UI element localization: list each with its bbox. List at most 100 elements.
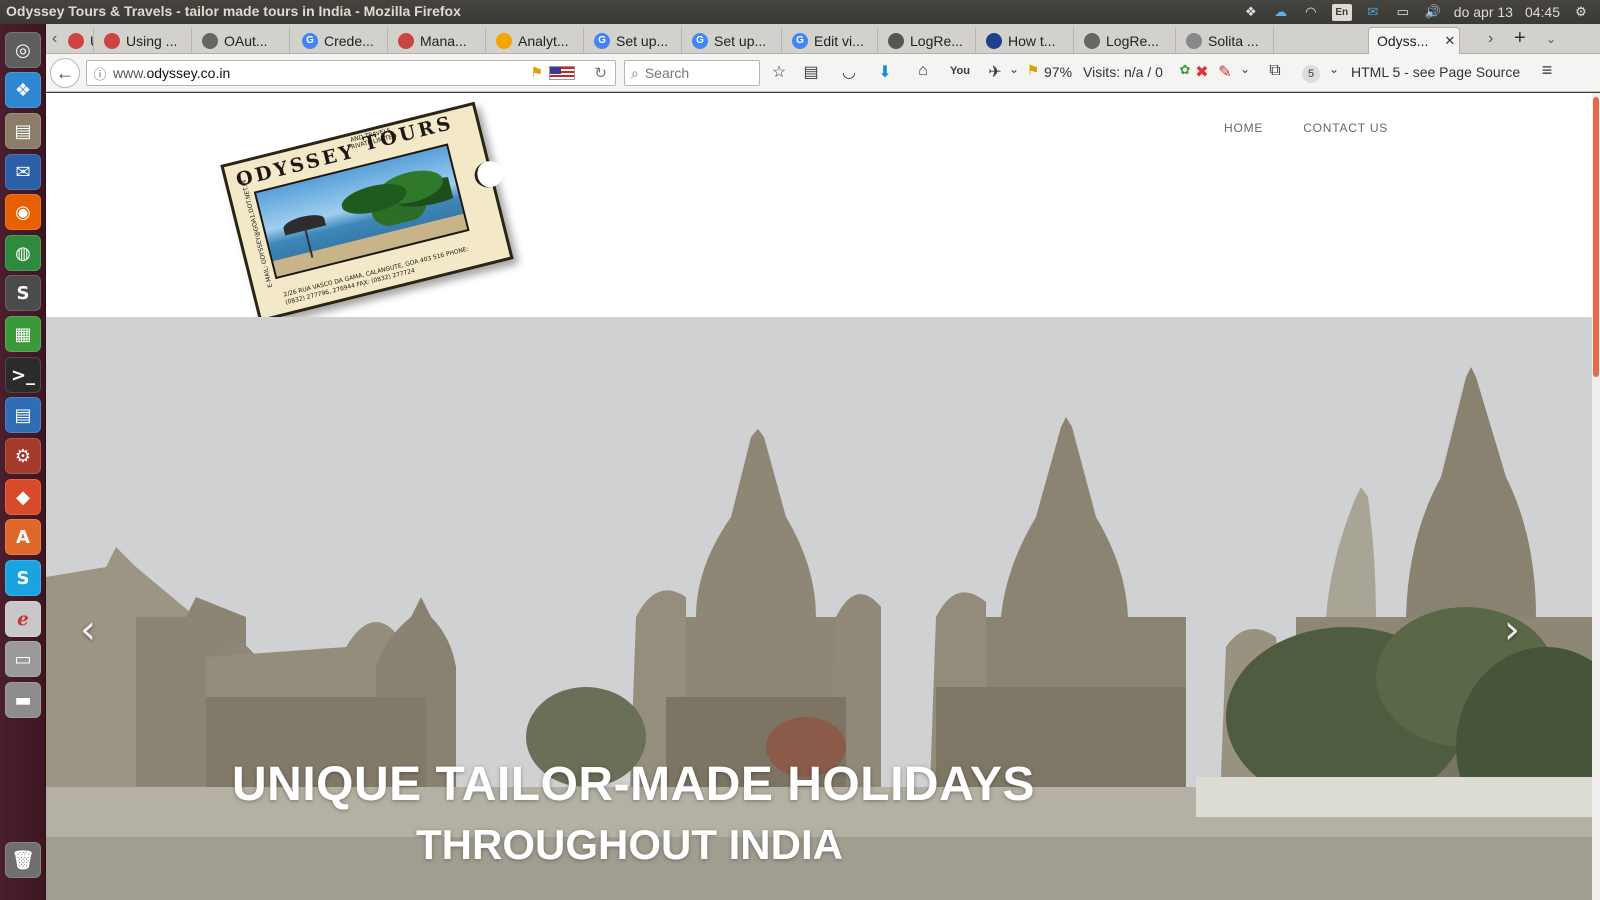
logo-umbrella [281, 211, 327, 236]
back-button[interactable]: ← [50, 58, 80, 88]
hamburger-menu-icon[interactable]: ≡ [1536, 60, 1558, 81]
flag-addon-icon[interactable]: ⚑ [530, 64, 543, 81]
ubuntu-dash-icon[interactable]: ◎ [5, 32, 41, 68]
terminal-icon[interactable]: >_ [5, 357, 41, 393]
carousel-prev-chevron-icon[interactable]: ‹ [80, 607, 96, 653]
tab-label: Mana... [420, 32, 467, 49]
hero-carousel: ‹ › UNIQUE TAILOR-MADE HOLIDAYS THROUGHO… [46, 317, 1592, 900]
dropbox-icon[interactable]: ❖ [5, 72, 41, 108]
pdf-viewer-icon[interactable]: ℯ [5, 601, 41, 637]
tab-10[interactable]: LogRe... [880, 27, 976, 54]
tab-11[interactable]: How t... [978, 27, 1074, 54]
tab-list-chevron-icon[interactable]: ⌄ [1546, 32, 1556, 46]
time-label[interactable]: 04:45 [1525, 4, 1560, 20]
tab-14[interactable]: Odyss... ✕ [1368, 27, 1460, 54]
page-scrollbar[interactable] [1592, 93, 1600, 900]
youtube-icon[interactable]: You [949, 65, 971, 77]
scrollbar-thumb[interactable] [1593, 97, 1599, 377]
git-icon[interactable]: ◆ [5, 479, 41, 515]
addon-window-icon[interactable]: ⧉ [1264, 62, 1286, 80]
navigation-toolbar: ← ⓘ www.odyssey.co.in ⚑ ↻ ⌕ Search ☆ ▤ ◡… [46, 54, 1600, 92]
writer-icon[interactable]: ▤ [5, 397, 41, 433]
home-icon[interactable]: ⌂ [912, 62, 934, 80]
tab-label: Using ... [90, 33, 93, 49]
software-center-icon[interactable]: A [5, 519, 41, 555]
top-panel: Odyssey Tours & Travels - tailor made to… [0, 0, 1600, 24]
wifi-icon[interactable]: ◠ [1302, 4, 1320, 20]
system-tray: ❖ ☁ ◠ En ✉ ▭ 🔊 do apr 13 04:45 ⚙ [1242, 0, 1600, 24]
firefox-icon[interactable]: ◉ [5, 194, 41, 230]
nav-home-link[interactable]: HOME [1224, 121, 1263, 135]
tab-label: Solita ... [1208, 32, 1259, 49]
url-bar[interactable]: ⓘ www.odyssey.co.in ⚑ ↻ [86, 60, 616, 86]
tab-scroll-right-icon[interactable]: › [1488, 30, 1493, 48]
carousel-next-chevron-icon[interactable]: › [1504, 607, 1520, 653]
tab-label: LogRe... [910, 32, 963, 49]
addon-broom-icon[interactable]: ✎ [1214, 62, 1236, 82]
keyboard-layout-indicator[interactable]: En [1331, 3, 1352, 21]
addon-dropdown-icon-2[interactable]: ⌄ [1234, 62, 1256, 76]
sublime-text-icon[interactable]: S [5, 275, 41, 311]
date-label[interactable]: do apr 13 [1454, 4, 1513, 20]
cloud-sync-icon[interactable]: ☁ [1272, 4, 1290, 20]
reload-icon[interactable]: ↻ [594, 64, 607, 82]
chrome-icon[interactable]: ◍ [5, 235, 41, 271]
search-bar[interactable]: ⌕ Search [624, 60, 760, 86]
battery-icon[interactable]: ▭ [1394, 4, 1412, 20]
us-flag-icon[interactable] [549, 66, 575, 80]
addon-red-x-icon[interactable]: ✖ [1191, 62, 1213, 82]
generic-site-icon [888, 32, 904, 49]
nav-contact-link[interactable]: CONTACT US [1303, 121, 1388, 135]
power-gear-icon[interactable]: ⚙ [1572, 4, 1590, 20]
page-info-icon[interactable]: ⓘ [87, 64, 113, 83]
tab-label: Edit vi... [814, 32, 864, 49]
tab-close-icon[interactable]: ✕ [1444, 33, 1455, 49]
tab-scroll-left-icon[interactable]: ‹ [52, 30, 57, 48]
settings-icon[interactable]: ⚙ [5, 438, 41, 474]
hero-heading: UNIQUE TAILOR-MADE HOLIDAYS [232, 758, 1035, 811]
google-icon: G [594, 32, 610, 49]
addon-dropdown-icon-3[interactable]: ⌄ [1323, 62, 1345, 76]
google-icon: G [302, 32, 318, 49]
perl-icon [986, 32, 1002, 49]
tab-4[interactable]: G Crede... [294, 27, 388, 54]
tab-12[interactable]: LogRe... [1076, 27, 1176, 54]
zoom-level[interactable]: 97% [1044, 64, 1072, 80]
new-tab-icon[interactable]: + [1514, 27, 1526, 50]
skype-icon[interactable]: S [5, 560, 41, 596]
volume-icon[interactable]: 🔊 [1424, 4, 1442, 20]
url-text[interactable]: www.odyssey.co.in [113, 65, 230, 81]
pocket-icon[interactable]: ◡ [838, 62, 860, 82]
scanner-icon[interactable]: ▭ [5, 641, 41, 677]
tab-9[interactable]: G Edit vi... [784, 27, 878, 54]
mail-icon[interactable]: ✉ [1364, 4, 1382, 20]
files-icon[interactable]: ▤ [5, 113, 41, 149]
thunderbird-icon[interactable]: ✉ [5, 154, 41, 190]
trash-icon[interactable]: 🗑 [5, 842, 41, 878]
spreadsheet-icon[interactable]: ▦ [5, 316, 41, 352]
site-logo[interactable]: ODYSSEY AND TRAVELS PRIVATE LIMITED TOUR… [220, 101, 514, 323]
bookmark-star-icon[interactable]: ☆ [768, 62, 790, 82]
tab-1[interactable]: Using ... [60, 27, 94, 54]
analytics-icon [496, 32, 512, 49]
unity-launcher: ◎ ❖ ▤ ✉ ◉ ◍ S ▦ >_ ▤ ⚙ ◆ A Sℯ ▭ ▬ 🗑 [0, 24, 46, 900]
search-icon: ⌕ [631, 64, 639, 81]
addon-count-badge[interactable]: 5 [1302, 65, 1320, 83]
tab-7[interactable]: G Set up... [586, 27, 682, 54]
tab-label: How t... [1008, 32, 1056, 49]
dropbox-tray-icon[interactable]: ❖ [1242, 4, 1260, 20]
tab-2[interactable]: Using ... [96, 27, 192, 54]
tab-13[interactable]: Solita ... [1178, 27, 1274, 54]
reading-list-icon[interactable]: ▤ [800, 62, 822, 82]
tab-label: Analyt... [518, 32, 569, 49]
window-title: Odyssey Tours & Travels - tailor made to… [6, 3, 461, 19]
drive-icon[interactable]: ▬ [5, 682, 41, 718]
tab-6[interactable]: Analyt... [488, 27, 584, 54]
hero-temples-image [46, 317, 1592, 900]
tab-3[interactable]: OAut... [194, 27, 290, 54]
tab-strip: ‹ › + ⌄ Using ... Using ... OAut... G Crede.… [46, 24, 1600, 54]
downloads-icon[interactable]: ⬇ [874, 62, 896, 82]
html-validator-text[interactable]: HTML 5 - see Page Source [1351, 64, 1520, 80]
tab-5[interactable]: Mana... [390, 27, 486, 54]
tab-8[interactable]: G Set up... [684, 27, 782, 54]
